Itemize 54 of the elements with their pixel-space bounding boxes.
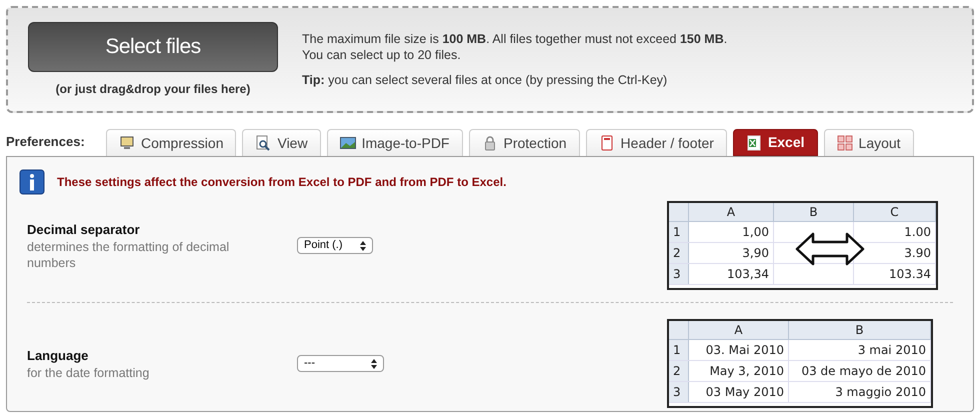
column-header: C [890, 204, 899, 221]
table-cell-text: 03. Mai 2010 [706, 342, 784, 359]
setting-title: Language [27, 346, 90, 365]
column-header: A [726, 204, 736, 221]
landscape-icon [340, 135, 356, 151]
table-cell-text: 3 maggio 2010 [835, 384, 926, 401]
table-cell-text: 03 May 2010 [706, 384, 784, 401]
double-arrow-icon [795, 231, 865, 267]
table-cell-text: 103,34 [727, 266, 769, 283]
table-cell-text: 3,90 [742, 245, 769, 262]
monitor-icon [119, 135, 135, 151]
tab[interactable]: Protection [468, 129, 580, 156]
table-cell-text: May 3, 2010 [710, 363, 784, 380]
table-cell-text: 3 mai 2010 [858, 342, 926, 359]
row-number: 1 [673, 224, 681, 241]
column-header: B [809, 204, 818, 221]
select-files-button[interactable]: Select files [28, 22, 278, 72]
spreadsheet-icon [746, 134, 762, 150]
updown-caret-icon [360, 240, 366, 250]
upload-info-text: You can select up to 20 files. [302, 47, 462, 63]
row-number: 3 [673, 384, 681, 401]
document-icon [598, 135, 615, 151]
grid-icon [836, 135, 853, 151]
column-header: A [734, 322, 743, 339]
table-cell-text: 03 de mayo de 2010 [801, 363, 926, 380]
tab[interactable]: View [242, 129, 321, 156]
row-number: 1 [673, 342, 681, 359]
tab[interactable]: Layout [824, 129, 914, 156]
magnifier-icon [255, 135, 272, 151]
table-cell-text: 1.00 [904, 224, 931, 241]
table-cell-text: 1,00 [742, 224, 769, 241]
notice-text: These settings affect the conversion from Excel to PDF and from PDF to Excel. [57, 174, 506, 191]
tab[interactable]: Header / footer [586, 129, 727, 156]
setting-title: Decimal separator [27, 220, 141, 239]
setting-description: determines the formatting of decimal numbers [27, 239, 230, 272]
select-dropdown[interactable]: --- [297, 355, 384, 372]
preferences-label: Preferences: [6, 132, 86, 151]
updown-caret-icon [371, 358, 377, 368]
table-cell-text: 3.90 [904, 245, 931, 262]
upload-area[interactable] [6, 6, 974, 113]
row-number: 2 [673, 245, 681, 262]
table-cell-text: 103.34 [889, 266, 931, 283]
upload-info-text: The maximum file size is 100 MB. All files together must not exceed 150 MB. [302, 31, 728, 47]
drag-drop-hint: (or just drag&drop your files here) [56, 80, 250, 98]
tab[interactable]: Compression [106, 129, 236, 156]
column-header: B [855, 322, 864, 339]
tab[interactable]: Image-to-PDF [326, 129, 462, 156]
row-number: 2 [673, 363, 681, 380]
tab[interactable]: Excel [732, 129, 818, 156]
tip-text: Tip: you can select several files at once (by pressing the Ctrl-Key) [302, 72, 668, 88]
setting-description: for the date formatting [27, 365, 150, 382]
select-dropdown[interactable]: Point (.) [297, 237, 373, 254]
row-number: 3 [673, 266, 681, 283]
info-icon [19, 169, 45, 195]
